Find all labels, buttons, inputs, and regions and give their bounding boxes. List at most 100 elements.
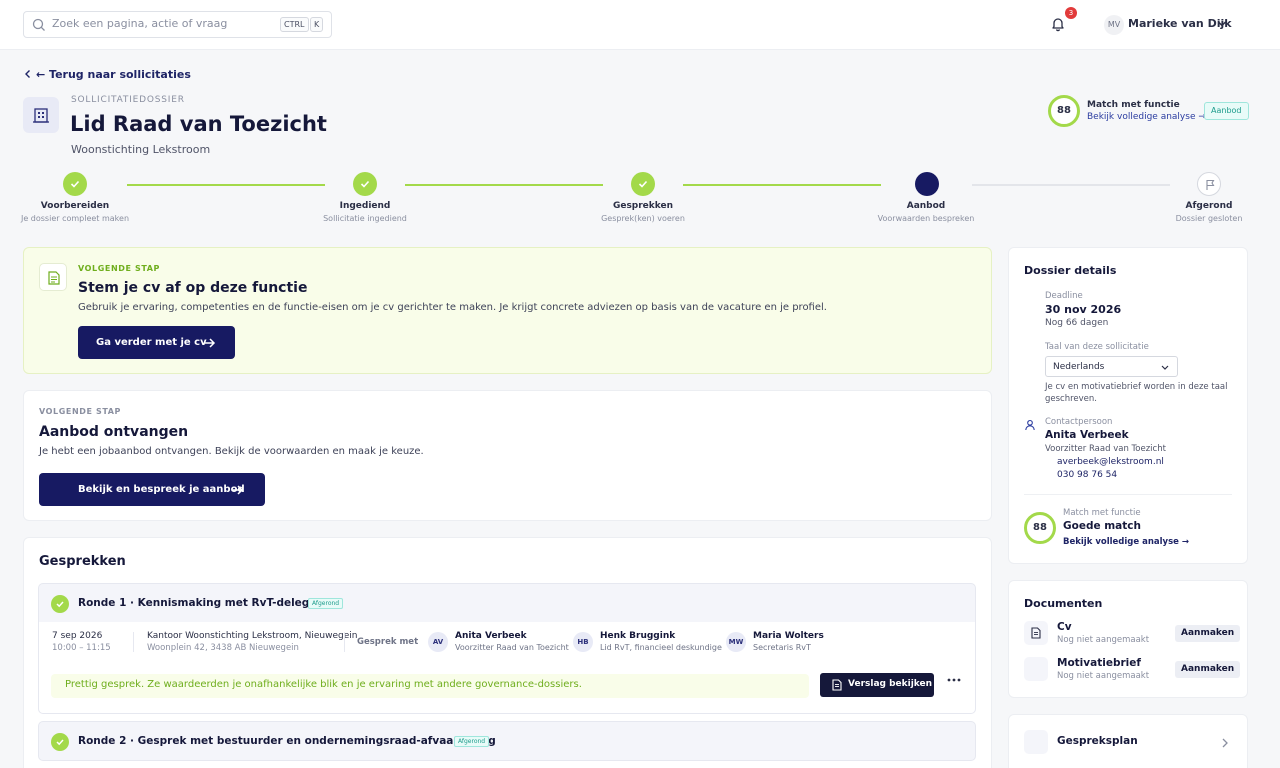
- step-check-icon: [353, 172, 377, 196]
- round-time: 10:00 – 11:15: [52, 643, 111, 653]
- view-report-label: Verslag bekijken: [848, 679, 933, 689]
- plan-icon: [1024, 730, 1048, 754]
- contact-phone-link[interactable]: 030 98 76 54: [1057, 470, 1117, 480]
- avatar[interactable]: MV: [1104, 15, 1124, 35]
- calendar-icon: [1024, 295, 1036, 306]
- round-header[interactable]: Ronde 1 · Kennismaking met RvT-delegatie…: [38, 583, 976, 623]
- match-score-ring: 88: [1024, 512, 1056, 544]
- progress-line-3: [683, 184, 881, 186]
- step-label: Afgerond: [1185, 201, 1233, 211]
- round-note: Prettig gesprek. Ze waardeerden je onafh…: [51, 674, 809, 698]
- document-icon: [39, 263, 67, 291]
- round-date: 7 sep 2026: [52, 631, 103, 641]
- conversation-plan-card[interactable]: Gespreksplan: [1008, 714, 1248, 768]
- back-link-label: ← Terug naar sollicitaties: [36, 68, 191, 81]
- flag-icon: [1197, 172, 1221, 196]
- chevron-down-icon: [1161, 365, 1169, 370]
- person-name: Anita Verbeek: [455, 631, 527, 641]
- contact-email-link[interactable]: averbeek@lekstroom.nl: [1057, 457, 1164, 467]
- person-role: Secretaris RvT: [753, 643, 811, 652]
- avatar: AV: [428, 632, 448, 652]
- next-step-kicker: VOLGENDE STAP: [39, 407, 122, 416]
- next-step-text: Je hebt een jobaanbod ontvangen. Bekijk …: [39, 446, 424, 457]
- view-offer-label: Bekijk en bespreek je aanbod: [78, 484, 245, 495]
- language-select[interactable]: Nederlands: [1045, 356, 1178, 377]
- person-name: Maria Wolters: [753, 631, 824, 641]
- chevron-left-icon: [25, 70, 30, 78]
- documents-card: Documenten Cv Nog niet aangemaakt Aanmak…: [1008, 580, 1248, 698]
- step-sub: Voorwaarden bespreken: [877, 214, 975, 223]
- continue-cv-button[interactable]: Ga verder met je cv: [78, 326, 235, 359]
- divider: [344, 632, 345, 652]
- dossier-details-card: Dossier details Deadline 30 nov 2026 Nog…: [1008, 247, 1248, 564]
- continue-cv-label: Ga verder met je cv: [96, 337, 207, 348]
- avatar: MW: [726, 632, 746, 652]
- contact-label: Contactpersoon: [1045, 417, 1113, 427]
- deadline-value: 30 nov 2026: [1045, 303, 1122, 316]
- round-details: 7 sep 2026 10:00 – 11:15 Kantoor Woonsti…: [38, 622, 976, 714]
- person-role: Lid RvT, financieel deskundige: [600, 643, 722, 652]
- match-analysis-link[interactable]: Bekijk volledige analyse →: [1087, 112, 1206, 122]
- back-link[interactable]: ← Terug naar sollicitaties: [24, 68, 191, 81]
- next-step-cv-card: VOLGENDE STAP Stem je cv af op deze func…: [23, 247, 992, 374]
- status-badge: Aanbod: [1204, 102, 1249, 120]
- match-title: Match met functie: [1087, 100, 1180, 110]
- progress-line-1: [127, 184, 325, 186]
- person-name: Henk Bruggink: [600, 631, 676, 641]
- chevron-down-icon[interactable]: [1217, 19, 1227, 29]
- document-name: Cv: [1057, 621, 1072, 633]
- match-value: Goede match: [1063, 520, 1141, 532]
- progress-line-2: [405, 184, 603, 186]
- check-icon: [51, 595, 69, 613]
- language-hint: Je cv en motivatiebrief worden in deze t…: [1045, 382, 1228, 404]
- avatar: HB: [573, 632, 593, 652]
- language-value: Nederlands: [1053, 362, 1105, 372]
- notification-badge: 3: [1065, 7, 1077, 19]
- next-step-offer-card: VOLGENDE STAP Aanbod ontvangen Je hebt e…: [23, 390, 992, 521]
- step-check-icon: [63, 172, 87, 196]
- create-document-button[interactable]: Aanmaken: [1175, 661, 1241, 678]
- step-current-marker: [915, 172, 939, 196]
- step-label: Gesprekken: [612, 201, 674, 211]
- step-sub: Je dossier compleet maken: [20, 214, 130, 223]
- round-title: Ronde 1 · Kennismaking met RvT-delegatie: [78, 597, 333, 609]
- progress-line-4: [972, 184, 1170, 186]
- interviews-card: Gesprekken Ronde 1 · Kennismaking met Rv…: [23, 537, 992, 768]
- next-step-title: Stem je cv af op deze functie: [78, 280, 308, 296]
- arrow-right-icon: [233, 485, 244, 495]
- match-label: Match met functie: [1063, 508, 1141, 518]
- round-address: Woonplein 42, 3438 AB Nieuwegein: [147, 643, 299, 653]
- next-step-title: Aanbod ontvangen: [39, 424, 189, 440]
- view-report-button[interactable]: Verslag bekijken: [820, 673, 934, 697]
- organization-name: Woonstichting Lekstroom: [71, 143, 211, 156]
- interviews-title: Gesprekken: [39, 554, 126, 569]
- search-box[interactable]: Zoek een pagina, actie of vraag CTRL K: [23, 11, 332, 38]
- arrow-right-icon: [205, 338, 216, 348]
- step-label: Voorbereiden: [40, 201, 110, 211]
- create-document-button[interactable]: Aanmaken: [1175, 625, 1241, 642]
- bell-icon[interactable]: [1050, 16, 1066, 32]
- language-label: Taal van deze sollicitatie: [1045, 342, 1149, 352]
- divider: [133, 632, 134, 652]
- round-status-badge: Afgerond: [308, 598, 344, 609]
- deadline-remaining: Nog 66 dagen: [1045, 318, 1109, 328]
- round-header[interactable]: Ronde 2 · Gesprek met bestuurder en onde…: [38, 721, 976, 761]
- step-check-icon: [631, 172, 655, 196]
- search-input[interactable]: Zoek een pagina, actie of vraag: [52, 17, 227, 30]
- person-role: Voorzitter Raad van Toezicht: [455, 643, 569, 652]
- match-analysis-link[interactable]: Bekijk volledige analyse →: [1063, 537, 1189, 547]
- contact-name: Anita Verbeek: [1045, 429, 1129, 441]
- conversation-plan-title: Gespreksplan: [1057, 735, 1138, 747]
- more-options-icon[interactable]: [947, 678, 961, 682]
- page-title: Lid Raad van Toezicht: [70, 112, 327, 136]
- document-name: Motivatiebrief: [1057, 657, 1141, 669]
- view-offer-button[interactable]: Bekijk en bespreek je aanbod: [39, 473, 265, 506]
- search-icon: [32, 18, 45, 31]
- next-step-kicker: VOLGENDE STAP: [78, 264, 161, 273]
- deadline-label: Deadline: [1045, 291, 1083, 301]
- top-bar: Zoek een pagina, actie of vraag CTRL K 3…: [0, 0, 1280, 50]
- document-icon: [832, 679, 842, 691]
- divider: [1024, 494, 1232, 495]
- document-status: Nog niet aangemaakt: [1057, 671, 1150, 681]
- next-step-text: Gebruik je ervaring, competenties en de …: [78, 302, 827, 313]
